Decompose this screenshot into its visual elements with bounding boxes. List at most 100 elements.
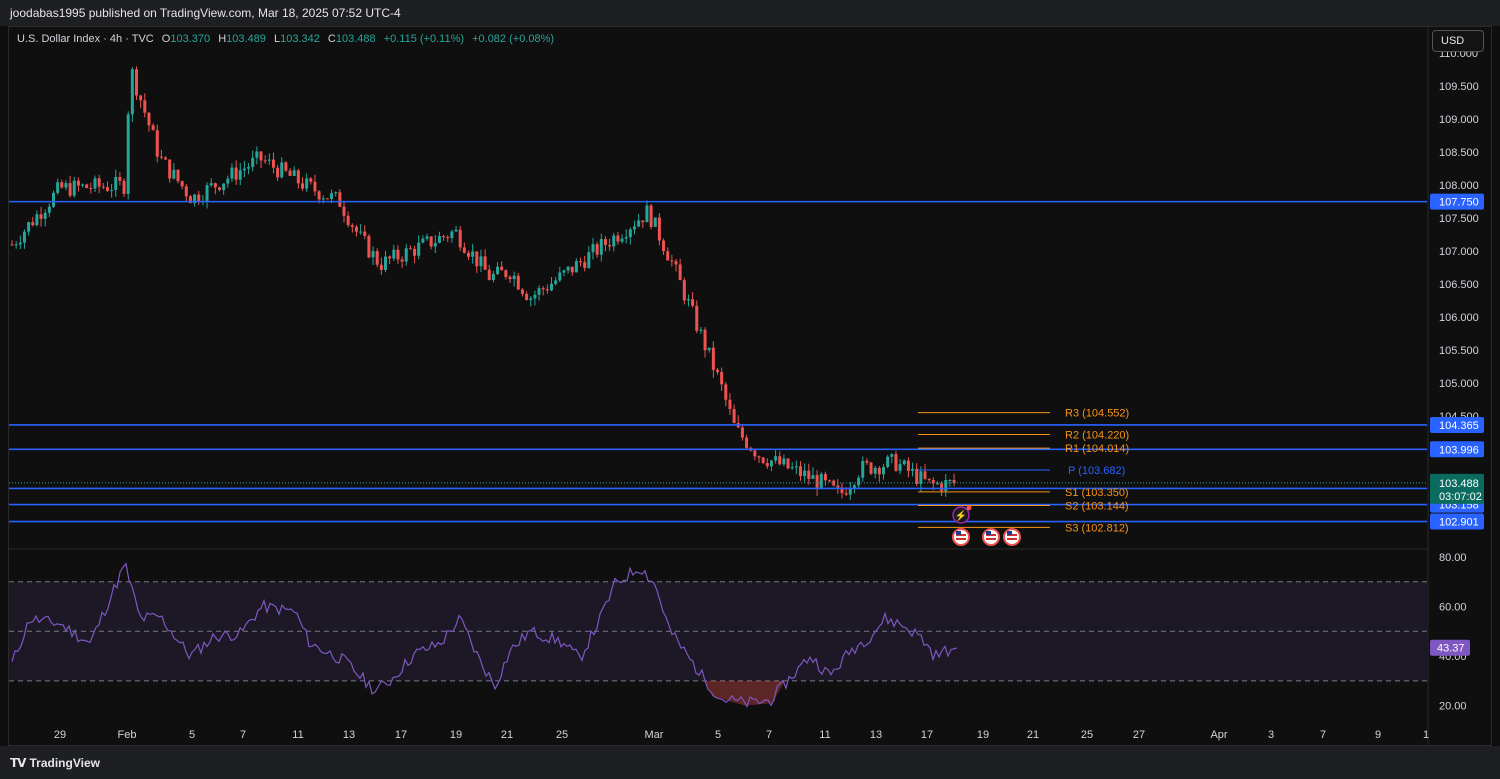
- candle-body: [616, 235, 620, 242]
- candle-body: [906, 460, 910, 471]
- countdown-label: 03:07:02: [1439, 491, 1482, 503]
- candle-body: [60, 182, 64, 188]
- candle-body: [18, 242, 22, 245]
- time-tick-label: 21: [501, 729, 513, 741]
- candle-body: [545, 289, 549, 291]
- close-value: 103.488: [335, 33, 376, 45]
- candle-body: [757, 456, 761, 458]
- flag-stripe: [1007, 538, 1017, 540]
- candle-body: [533, 294, 537, 299]
- candle-body: [222, 183, 226, 191]
- time-tick-label: 11: [819, 729, 830, 741]
- symbol-title[interactable]: U.S. Dollar Index · 4h · TVC: [17, 33, 154, 45]
- price-tick-label: 105.000: [1439, 378, 1479, 390]
- time-tick-label: 9: [1375, 729, 1381, 741]
- candle-body: [56, 182, 60, 193]
- flag-canton: [956, 531, 961, 535]
- candle-body: [437, 236, 441, 243]
- candle-body: [890, 454, 894, 457]
- high-label: H: [218, 33, 227, 45]
- candle-body: [363, 231, 367, 236]
- lightning-glyph: ⚡: [955, 509, 967, 522]
- candle-body: [512, 275, 516, 280]
- candle-body: [537, 288, 541, 295]
- candle-body: [529, 298, 533, 300]
- candle-body: [408, 248, 412, 250]
- currency-button[interactable]: USD: [1432, 30, 1484, 52]
- candle-body: [649, 205, 653, 227]
- candle-body: [686, 299, 690, 301]
- candle-body: [794, 466, 798, 468]
- candle-body: [935, 483, 939, 485]
- tradingview-logo[interactable]: 𝗧𝗩 TradingView: [10, 756, 100, 770]
- candle-body: [599, 239, 603, 255]
- time-tick-label: Feb: [118, 729, 137, 741]
- candle-body: [570, 266, 574, 273]
- price-tick-label: 107.500: [1439, 213, 1479, 225]
- symbol-legend: U.S. Dollar Index · 4h · TVC O103.370 H1…: [17, 32, 554, 46]
- candle-body: [184, 186, 188, 197]
- candle-body: [828, 480, 832, 482]
- candle-body: [433, 242, 437, 247]
- candle-body: [815, 475, 819, 489]
- time-tick-label: 13: [343, 729, 355, 741]
- candle-body: [620, 238, 624, 242]
- candle-body: [39, 214, 43, 219]
- candle-body: [400, 259, 404, 262]
- rsi-tick-label: 60.00: [1439, 602, 1467, 614]
- candle-body: [417, 242, 421, 256]
- candle-body: [342, 206, 346, 216]
- candle-body: [259, 151, 263, 161]
- candle-body: [72, 180, 76, 196]
- candle-body: [769, 460, 773, 467]
- candle-body: [247, 166, 251, 169]
- candle-body: [388, 256, 392, 259]
- candle-body: [790, 467, 794, 469]
- candle-body: [583, 262, 587, 268]
- candle-body: [396, 249, 400, 260]
- candle-body: [699, 329, 703, 331]
- price-tick-label: 106.500: [1439, 279, 1479, 291]
- time-tick-label: 21: [1027, 729, 1039, 741]
- candle-body: [554, 280, 558, 284]
- candle-body: [176, 169, 180, 182]
- candle-body: [458, 229, 462, 248]
- candle-body: [799, 466, 802, 477]
- candle-body: [330, 193, 334, 199]
- candle-body: [778, 456, 782, 465]
- flag-canton: [986, 531, 991, 535]
- pivot-label: R1 (104.014): [1065, 443, 1129, 455]
- candle-body: [301, 183, 304, 189]
- candle-body: [753, 450, 757, 457]
- candle-body: [666, 251, 670, 261]
- candle-body: [732, 409, 736, 424]
- candle-body: [691, 299, 695, 306]
- time-tick-label: 17: [395, 729, 407, 741]
- candle-body: [209, 183, 213, 186]
- candle-body: [317, 191, 321, 200]
- candle-body: [836, 485, 840, 488]
- time-tick-label: 27: [1133, 729, 1145, 741]
- candle-body: [811, 475, 815, 480]
- candle-body: [877, 467, 881, 475]
- chart-canvas[interactable]: 110.000109.500109.000108.500108.000107.5…: [0, 0, 1500, 779]
- candle-body: [882, 467, 885, 475]
- candle-body: [85, 184, 89, 189]
- pivot-label: S2 (103.144): [1065, 501, 1129, 513]
- candle-body: [226, 178, 230, 184]
- candle-body: [421, 238, 425, 243]
- candle-body: [404, 248, 408, 262]
- candle-body: [911, 468, 915, 471]
- change-value: +0.115 (+0.11%): [383, 33, 465, 45]
- candle-body: [479, 256, 483, 267]
- candle-body: [508, 276, 512, 280]
- candle-body: [633, 226, 636, 230]
- footer-bar: [0, 746, 1500, 779]
- rsi-band-fill: [9, 581, 1427, 681]
- candle-body: [637, 220, 641, 227]
- candle-body: [93, 178, 97, 189]
- candle-body: [230, 167, 234, 179]
- candle-body: [76, 180, 80, 186]
- candle-body: [682, 280, 686, 301]
- candle-body: [483, 256, 487, 270]
